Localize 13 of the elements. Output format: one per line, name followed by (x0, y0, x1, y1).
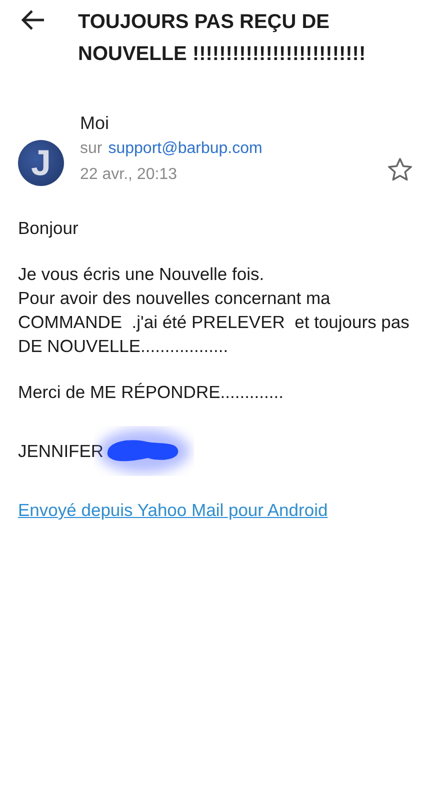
body-text: Bonjour (18, 217, 80, 240)
yahoo-mail-link[interactable]: Envoyé depuis Yahoo Mail pour Android (18, 500, 328, 520)
back-arrow-icon (20, 8, 46, 32)
body-text: Pour avoir des nouvelles concernant ma COMMANDE .j'ai été PRELEVER et toujours pas DE NOUVELLE.................. (18, 287, 410, 358)
avatar: J (18, 140, 64, 186)
body-text: Je vous écris une Nouvelle fois. (18, 263, 266, 286)
body-text: Merci de ME RÉPONDRE............. (18, 381, 284, 404)
sender-name: Moi (80, 112, 110, 135)
signature: JENNIFER (18, 440, 104, 463)
recipient-address[interactable]: support@barbup.com (108, 136, 262, 162)
recipient-prefix: sur (80, 139, 102, 159)
email-subject: TOUJOURS PAS REÇU DE NOUVELLE !!!!!!!!!!!!!!!!!!!!!!!!!! (78, 10, 367, 67)
email-date: 22 avr., 20:13 (80, 165, 177, 185)
